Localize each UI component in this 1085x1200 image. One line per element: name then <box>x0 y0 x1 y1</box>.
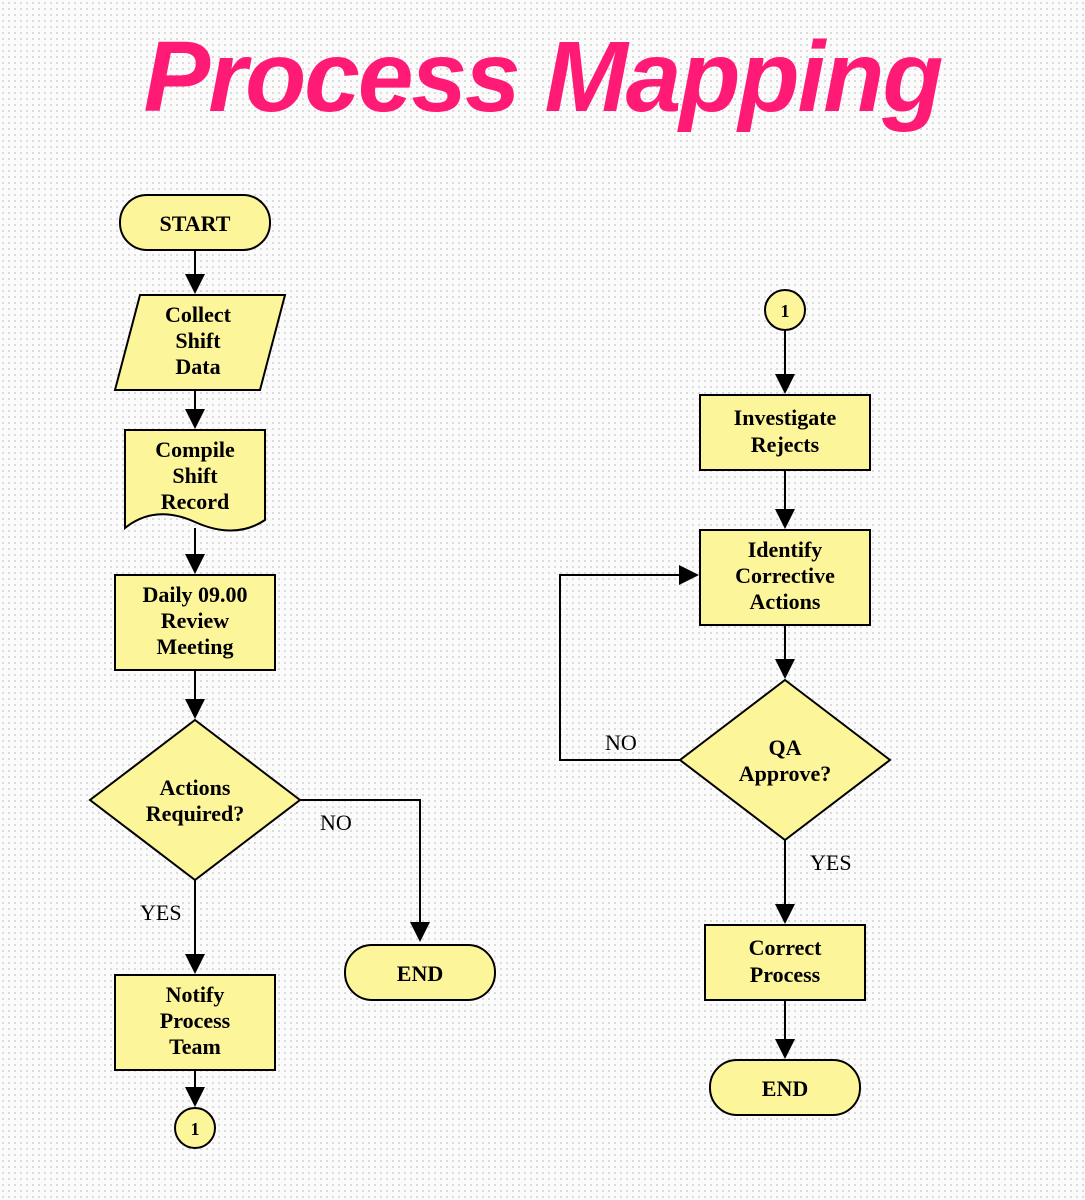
svg-text:Collect: Collect <box>165 302 232 327</box>
svg-text:Rejects: Rejects <box>751 432 820 457</box>
svg-text:Meeting: Meeting <box>157 634 234 659</box>
node-identify-corrective-actions: Identify Corrective Actions <box>700 530 870 625</box>
svg-text:Team: Team <box>169 1034 221 1059</box>
node-actions-required: Actions Required? <box>90 720 300 880</box>
svg-text:Required?: Required? <box>146 801 245 826</box>
svg-text:Notify: Notify <box>166 982 225 1007</box>
node-investigate-rejects: Investigate Rejects <box>700 395 870 470</box>
svg-text:Shift: Shift <box>172 463 218 488</box>
svg-text:Corrective: Corrective <box>735 563 835 588</box>
edge-label-yes-right: YES <box>810 850 852 875</box>
svg-text:Identify: Identify <box>748 537 823 562</box>
edge-label-no: NO <box>320 810 352 835</box>
svg-text:Process: Process <box>750 962 821 987</box>
svg-text:START: START <box>160 211 231 236</box>
node-end-right: END <box>710 1060 860 1115</box>
svg-text:QA: QA <box>769 735 802 760</box>
svg-text:Approve?: Approve? <box>739 761 832 786</box>
svg-text:Compile: Compile <box>155 437 235 462</box>
node-start: START <box>120 195 270 250</box>
node-collect-shift-data: Collect Shift Data <box>115 295 285 390</box>
node-end-left: END <box>345 945 495 1000</box>
node-connector-1a: 1 <box>175 1108 215 1148</box>
page-title: Process Mapping <box>0 20 1085 135</box>
node-correct-process: Correct Process <box>705 925 865 1000</box>
svg-text:Process: Process <box>160 1008 231 1033</box>
svg-text:Record: Record <box>161 489 229 514</box>
node-review-meeting: Daily 09.00 Review Meeting <box>115 575 275 670</box>
svg-text:Correct: Correct <box>749 935 823 960</box>
svg-text:Actions: Actions <box>750 589 821 614</box>
svg-text:Investigate: Investigate <box>734 405 837 430</box>
flowchart-canvas: START Collect Shift Data Compile Shift R… <box>0 0 1085 1200</box>
svg-text:1: 1 <box>191 1119 200 1139</box>
node-connector-1b: 1 <box>765 290 805 330</box>
node-qa-approve: QA Approve? <box>680 680 890 840</box>
svg-text:END: END <box>762 1076 808 1101</box>
svg-text:END: END <box>397 961 443 986</box>
svg-text:Review: Review <box>161 608 230 633</box>
edge-label-no-right: NO <box>605 730 637 755</box>
arrow-no <box>300 800 420 940</box>
node-compile-shift-record: Compile Shift Record <box>125 430 265 531</box>
svg-text:Actions: Actions <box>160 775 231 800</box>
svg-text:Shift: Shift <box>175 328 221 353</box>
node-notify-process-team: Notify Process Team <box>115 975 275 1070</box>
svg-text:1: 1 <box>781 301 790 321</box>
svg-text:Data: Data <box>175 354 220 379</box>
edge-label-yes: YES <box>140 900 182 925</box>
svg-text:Daily 09.00: Daily 09.00 <box>142 582 247 607</box>
